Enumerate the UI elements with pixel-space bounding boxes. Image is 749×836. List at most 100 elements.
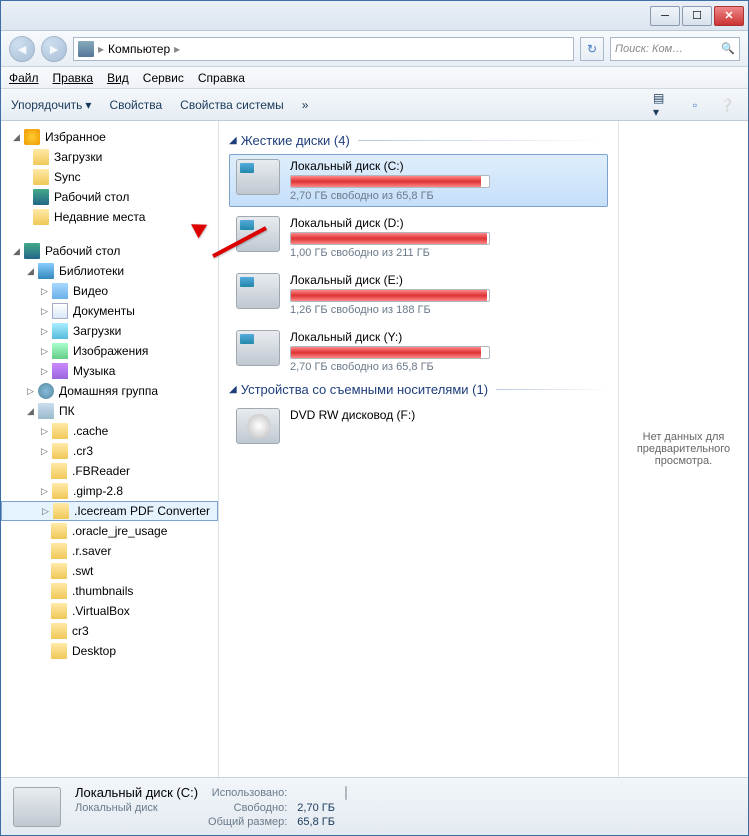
- preview-text: Нет данных для предварительного просмотр…: [629, 431, 738, 467]
- menu-tools[interactable]: Сервис: [143, 71, 184, 85]
- tree-virtualbox[interactable]: .VirtualBox: [1, 601, 218, 621]
- status-subtitle: Локальный диск: [75, 802, 198, 814]
- folder-icon: [53, 503, 69, 519]
- group-hdd[interactable]: ◢Жесткие диски (4): [229, 133, 608, 148]
- tree-cache[interactable]: ▷.cache: [1, 421, 218, 441]
- nav-toolbar: ◄ ► ▸ Компьютер ▸ ↻ Поиск: Ком… 🔍: [1, 31, 748, 67]
- recent-icon: [33, 209, 49, 225]
- tree-downloads[interactable]: Загрузки: [1, 147, 218, 167]
- tree-pc[interactable]: ◢ПК: [1, 401, 218, 421]
- tree-recent[interactable]: Недавние места: [1, 207, 218, 227]
- tree-sync[interactable]: Sync: [1, 167, 218, 187]
- menubar: Файл Правка Вид Сервис Справка: [1, 67, 748, 89]
- preview-pane-button[interactable]: ▫: [684, 95, 706, 115]
- drive-free-text: 2,70 ГБ свободно из 65,8 ГБ: [290, 190, 601, 202]
- tree-desktop-folder[interactable]: Desktop: [1, 641, 218, 661]
- tree-music[interactable]: ▷Музыка: [1, 361, 218, 381]
- tree-libraries[interactable]: ◢Библиотеки: [1, 261, 218, 281]
- tree-rsaver[interactable]: .r.saver: [1, 541, 218, 561]
- maximize-button[interactable]: ☐: [682, 6, 712, 26]
- drive-free-text: 1,00 ГБ свободно из 211 ГБ: [290, 247, 601, 259]
- minimize-button[interactable]: ─: [650, 6, 680, 26]
- menu-edit[interactable]: Правка: [53, 71, 94, 85]
- status-total-value: 65,8 ГБ: [297, 816, 335, 828]
- computer-icon: [78, 41, 94, 57]
- folder-icon: [51, 463, 67, 479]
- tree-icecream[interactable]: ▷.Icecream PDF Converter: [1, 501, 218, 521]
- hdd-icon: [236, 330, 280, 366]
- drive-icon: [13, 787, 61, 827]
- search-placeholder: Поиск: Ком…: [615, 43, 683, 55]
- drive-usage-bar: [290, 289, 490, 302]
- desktop-icon: [33, 189, 49, 205]
- drive-free-text: 1,26 ГБ свободно из 188 ГБ: [290, 304, 601, 316]
- drive-dvd[interactable]: DVD RW дисковод (F:): [229, 403, 608, 449]
- content-pane[interactable]: ◢Жесткие диски (4) Локальный диск (C:) 2…: [219, 121, 618, 777]
- organize-button[interactable]: Упорядочить ▾: [11, 98, 91, 112]
- drive-item[interactable]: Локальный диск (D:) 1,00 ГБ свободно из …: [229, 211, 608, 264]
- tree-documents[interactable]: ▷Документы: [1, 301, 218, 321]
- navigation-tree[interactable]: ◢Избранное Загрузки Sync Рабочий стол Не…: [1, 121, 219, 777]
- explorer-body: ◢Избранное Загрузки Sync Рабочий стол Не…: [1, 121, 748, 777]
- tree-homegroup[interactable]: ▷Домашняя группа: [1, 381, 218, 401]
- group-removable[interactable]: ◢Устройства со съемными носителями (1): [229, 382, 608, 397]
- tree-oracle[interactable]: .oracle_jre_usage: [1, 521, 218, 541]
- help-button[interactable]: ❔: [716, 95, 738, 115]
- pictures-icon: [52, 343, 68, 359]
- tree-favorites[interactable]: ◢Избранное: [1, 127, 218, 147]
- download-icon: [52, 323, 68, 339]
- tree-gimp[interactable]: ▷.gimp-2.8: [1, 481, 218, 501]
- tree-downloads2[interactable]: ▷Загрузки: [1, 321, 218, 341]
- tree-fbreader[interactable]: .FBReader: [1, 461, 218, 481]
- hdd-icon: [236, 159, 280, 195]
- details-pane: Локальный диск (C:) Использовано: Локаль…: [1, 777, 748, 835]
- folder-icon: [52, 423, 68, 439]
- drive-item[interactable]: Локальный диск (E:) 1,26 ГБ свободно из …: [229, 268, 608, 321]
- drive-free-text: 2,70 ГБ свободно из 65,8 ГБ: [290, 361, 601, 373]
- drive-name: Локальный диск (C:): [290, 159, 601, 173]
- forward-button[interactable]: ►: [41, 36, 67, 62]
- menu-help[interactable]: Справка: [198, 71, 245, 85]
- status-free-label: Свободно:: [208, 802, 287, 814]
- dvd-icon: [236, 408, 280, 444]
- view-mode-button[interactable]: ▤ ▾: [652, 95, 674, 115]
- folder-icon: [52, 443, 68, 459]
- system-properties-button[interactable]: Свойства системы: [180, 98, 284, 112]
- drive-item[interactable]: Локальный диск (Y:) 2,70 ГБ свободно из …: [229, 325, 608, 378]
- tree-videos[interactable]: ▷Видео: [1, 281, 218, 301]
- tree-cr3b[interactable]: cr3: [1, 621, 218, 641]
- folder-icon: [51, 623, 67, 639]
- tree-cr3[interactable]: ▷.cr3: [1, 441, 218, 461]
- tree-desktop[interactable]: ◢Рабочий стол: [1, 241, 218, 261]
- back-button[interactable]: ◄: [9, 36, 35, 62]
- refresh-button[interactable]: ↻: [580, 37, 604, 61]
- homegroup-icon: [38, 383, 54, 399]
- tree-thumbnails[interactable]: .thumbnails: [1, 581, 218, 601]
- toolbar-more[interactable]: »: [302, 98, 309, 112]
- menu-file[interactable]: Файл: [9, 71, 39, 85]
- video-icon: [52, 283, 68, 299]
- menu-view[interactable]: Вид: [107, 71, 129, 85]
- music-icon: [52, 363, 68, 379]
- search-icon: 🔍: [721, 42, 735, 55]
- status-used-label: Использовано:: [208, 787, 287, 799]
- drive-usage-bar: [290, 232, 490, 245]
- drive-name: Локальный диск (D:): [290, 216, 601, 230]
- close-button[interactable]: ✕: [714, 6, 744, 26]
- status-free-value: 2,70 ГБ: [297, 802, 335, 814]
- folder-icon: [51, 523, 67, 539]
- pc-icon: [38, 403, 54, 419]
- tree-pictures[interactable]: ▷Изображения: [1, 341, 218, 361]
- drive-usage-bar: [290, 175, 490, 188]
- preview-pane: Нет данных для предварительного просмотр…: [618, 121, 748, 777]
- folder-icon: [52, 483, 68, 499]
- status-usage-bar: [345, 786, 347, 800]
- properties-button[interactable]: Свойства: [109, 98, 162, 112]
- libraries-icon: [38, 263, 54, 279]
- tree-swt[interactable]: .swt: [1, 561, 218, 581]
- address-bar[interactable]: ▸ Компьютер ▸: [73, 37, 574, 61]
- search-input[interactable]: Поиск: Ком… 🔍: [610, 37, 740, 61]
- tree-desktop-fav[interactable]: Рабочий стол: [1, 187, 218, 207]
- drive-item[interactable]: Локальный диск (C:) 2,70 ГБ свободно из …: [229, 154, 608, 207]
- addr-sep-icon: ▸: [98, 42, 104, 56]
